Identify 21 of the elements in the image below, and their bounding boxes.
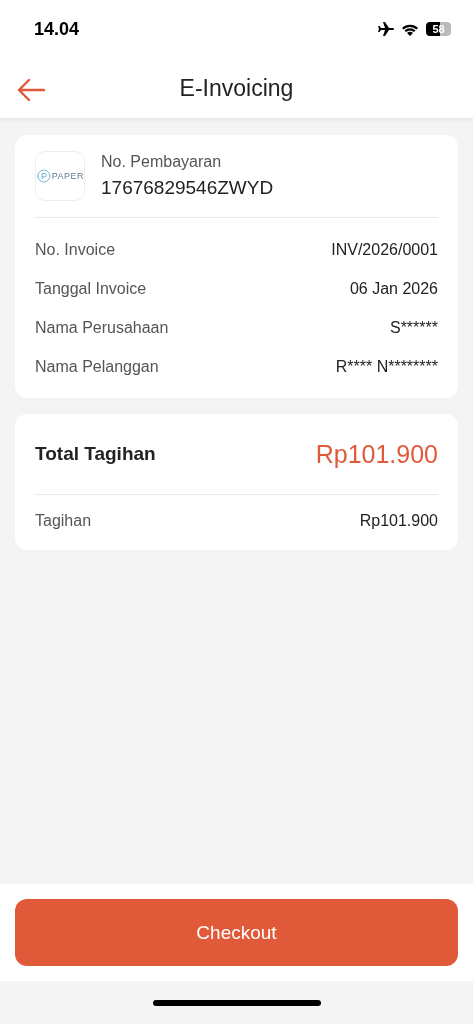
airplane-icon: [376, 21, 394, 37]
detail-value: R**** N********: [335, 357, 438, 376]
detail-value: 06 Jan 2026: [349, 279, 438, 298]
breakdown-value: Rp101.900: [359, 511, 438, 530]
detail-value: INV/2026/0001: [331, 240, 438, 259]
detail-label: Nama Perusahaan: [35, 318, 169, 337]
total-label: Total Tagihan: [35, 443, 156, 465]
wifi-icon: [401, 22, 419, 36]
checkout-button[interactable]: Checkout: [15, 899, 458, 966]
detail-label: Nama Pelanggan: [35, 357, 159, 376]
detail-label: No. Invoice: [35, 240, 116, 259]
page-title: E-Invoicing: [179, 74, 294, 102]
back-arrow-icon[interactable]: [16, 78, 46, 102]
detail-label: Tanggal Invoice: [35, 279, 147, 298]
payment-number-label: No. Pembayaran: [101, 153, 223, 171]
breakdown-label: Tagihan: [35, 511, 92, 530]
total-amount: Rp101.900: [315, 439, 438, 469]
merchant-logo: PAPER: [35, 151, 85, 201]
payment-number: 17676829546ZWYD: [101, 177, 274, 199]
detail-value: S******: [389, 318, 438, 337]
status-time: 14.04: [34, 18, 80, 40]
